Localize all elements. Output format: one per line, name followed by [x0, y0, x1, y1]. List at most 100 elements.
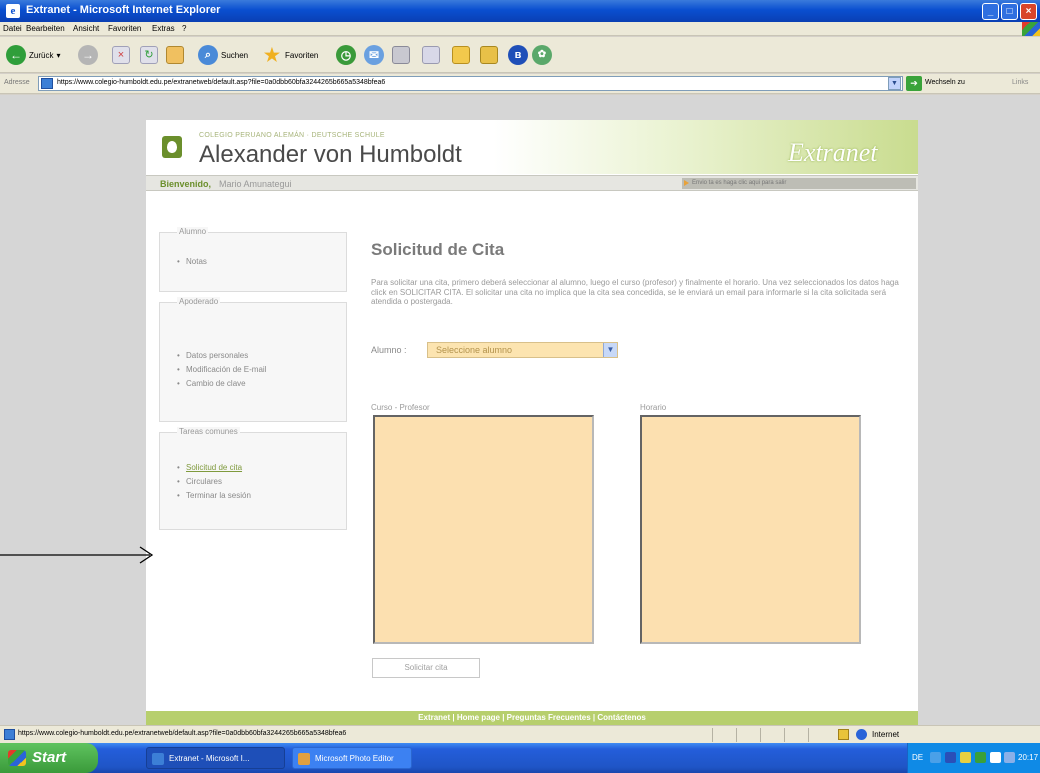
status-url: https://www.colegio-humboldt.edu.pe/extr… — [18, 730, 347, 737]
page-title: Solicitud de Cita — [371, 240, 505, 259]
sidebar-item-cambio-clave[interactable]: Cambio de clave — [177, 379, 266, 388]
extranet-brand: Extranet — [788, 138, 878, 167]
folder-button[interactable] — [452, 44, 470, 66]
links-label[interactable]: Links — [1012, 79, 1028, 86]
toolbar: ← Zurück ▾ → × ↻ ⌕ Suchen ★ Favoriten ◷ … — [0, 37, 1040, 73]
title-bar[interactable]: e Extranet - Microsoft Internet Explorer… — [0, 0, 1040, 22]
curso-profesor-label: Curso - Profesor — [371, 403, 430, 412]
close-button[interactable]: × — [1020, 3, 1037, 20]
maximize-button[interactable]: □ — [1001, 3, 1018, 20]
history-icon: ◷ — [336, 45, 356, 65]
address-url: https://www.colegio-humboldt.edu.pe/extr… — [57, 79, 386, 86]
favorites-button[interactable]: ★ Favoriten — [262, 44, 318, 66]
start-button[interactable]: Start — [0, 743, 98, 773]
sidebar-item-modificacion-email[interactable]: Modificación de E-mail — [177, 365, 266, 374]
menu-ansicht[interactable]: Ansicht — [73, 24, 99, 33]
edit-icon — [422, 46, 440, 64]
address-input[interactable]: https://www.colegio-humboldt.edu.pe/extr… — [38, 76, 903, 91]
tray-app-icon[interactable] — [975, 752, 986, 763]
solicitar-cita-button[interactable]: Solicitar cita — [372, 658, 480, 678]
horario-list[interactable] — [640, 415, 861, 644]
annotation-arrow — [0, 546, 154, 564]
msn-button[interactable]: ✿ — [532, 44, 552, 66]
sidebar-box-title: Alumno — [177, 227, 209, 236]
menu-bar: Datei Bearbeiten Ansicht Favoriten Extra… — [0, 22, 1040, 36]
home-icon — [166, 46, 184, 64]
status-bar: https://www.colegio-humboldt.edu.pe/extr… — [0, 725, 1040, 743]
taskbar-item-extranet[interactable]: Extranet - Microsoft I... — [146, 747, 285, 769]
sidebar-list: Solicitud de cita Circulares Terminar la… — [177, 463, 251, 505]
start-label: Start — [32, 749, 67, 766]
messenger-icon — [480, 46, 498, 64]
status-separator — [736, 728, 737, 742]
history-button[interactable]: ◷ — [336, 44, 356, 66]
address-dropdown-icon[interactable]: ▼ — [888, 77, 901, 90]
language-indicator[interactable]: DE — [912, 753, 923, 762]
go-button[interactable]: ➔ — [906, 76, 922, 91]
alumno-select[interactable]: Seleccione alumno ▼ — [427, 342, 618, 358]
ie-icon: e — [6, 4, 20, 18]
folder-icon — [452, 46, 470, 64]
windows-logo-icon — [1022, 22, 1040, 36]
status-separator — [712, 728, 713, 742]
welcome-label: Bienvenido, — [160, 179, 212, 189]
go-label[interactable]: Wechseln zu — [925, 79, 965, 86]
msn-icon: ✿ — [532, 45, 552, 65]
refresh-icon: ↻ — [140, 46, 158, 64]
forward-button[interactable]: → — [78, 44, 98, 66]
horario-label: Horario — [640, 403, 667, 412]
welcome-user-name: Mario Amunategui — [219, 179, 292, 189]
print-button[interactable] — [392, 44, 410, 66]
clock: 20:17 — [1018, 753, 1039, 762]
tray-app-icon[interactable] — [990, 752, 1001, 763]
lock-icon — [838, 729, 849, 740]
taskbar-item-photo-editor[interactable]: Microsoft Photo Editor — [292, 747, 412, 769]
status-separator — [784, 728, 785, 742]
back-label: Zurück — [29, 50, 54, 60]
search-icon: ⌕ — [198, 45, 218, 65]
sidebar-item-terminar-sesion[interactable]: Terminar la sesión — [177, 491, 251, 500]
home-button[interactable] — [166, 44, 184, 66]
chevron-down-icon[interactable]: ▼ — [603, 343, 617, 357]
minimize-button[interactable]: _ — [982, 3, 999, 20]
stop-icon: × — [112, 46, 130, 64]
school-subtitle: COLEGIO PERUANO ALEMÁN · DEUTSCHE SCHULE — [199, 132, 385, 139]
tray-app-icon[interactable] — [960, 752, 971, 763]
alumno-select-value: Seleccione alumno — [436, 345, 513, 355]
sidebar-box-title: Apoderado — [177, 297, 221, 306]
search-button[interactable]: ⌕ Suchen — [198, 44, 248, 66]
bluetooth-button[interactable]: ʙ — [508, 44, 528, 66]
menu-datei[interactable]: Datei — [3, 24, 22, 33]
logout-hint[interactable]: Envio ta es haga clic aqui para salir — [682, 178, 916, 189]
edit-button[interactable] — [422, 44, 440, 66]
sidebar-item-datos-personales[interactable]: Datos personales — [177, 351, 266, 360]
window-title: Extranet - Microsoft Internet Explorer — [26, 4, 221, 16]
site-header: COLEGIO PERUANO ALEMÁN · DEUTSCHE SCHULE… — [146, 120, 918, 174]
speaker-icon[interactable] — [1004, 752, 1015, 763]
sidebar-box-title: Tareas comunes — [177, 427, 240, 436]
back-arrow-icon: ← — [6, 45, 26, 65]
menu-bearbeiten[interactable]: Bearbeiten — [26, 24, 65, 33]
welcome-bar: Bienvenido, Mario Amunategui Envio ta es… — [146, 175, 918, 191]
back-button[interactable]: ← Zurück ▾ — [6, 44, 60, 66]
network-icon[interactable] — [930, 752, 941, 763]
favorites-label: Favoriten — [285, 50, 319, 60]
menu-help[interactable]: ? — [182, 24, 186, 33]
mail-button[interactable]: ✉ — [364, 44, 384, 66]
sidebar-item-notas[interactable]: Notas — [177, 257, 207, 266]
site-footer[interactable]: Extranet | Home page | Preguntas Frecuen… — [146, 711, 918, 725]
taskbar: Start Extranet - Microsoft I... Microsof… — [0, 743, 1040, 773]
school-logo — [162, 136, 182, 158]
sidebar-item-circulares[interactable]: Circulares — [177, 477, 251, 486]
menu-favoriten[interactable]: Favoriten — [108, 24, 141, 33]
curso-profesor-list[interactable] — [373, 415, 594, 644]
bluetooth-icon[interactable] — [945, 752, 956, 763]
sidebar-item-solicitud-cita[interactable]: Solicitud de cita — [177, 463, 251, 472]
stop-button[interactable]: × — [112, 44, 130, 66]
messenger-button[interactable] — [480, 44, 498, 66]
intro-text: Para solicitar una cita, primero deberá … — [371, 278, 899, 306]
browser-window: e Extranet - Microsoft Internet Explorer… — [0, 0, 1040, 773]
refresh-button[interactable]: ↻ — [140, 44, 158, 66]
menu-extras[interactable]: Extras — [152, 24, 175, 33]
bluetooth-icon: ʙ — [508, 45, 528, 65]
